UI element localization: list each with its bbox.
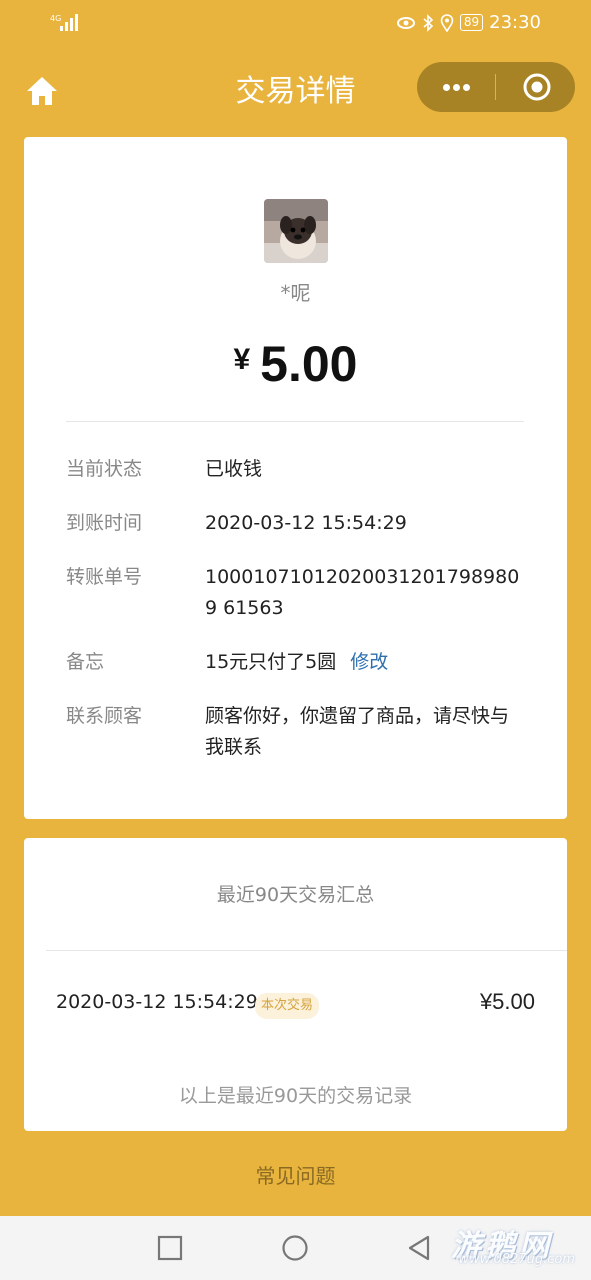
payer-avatar [264, 199, 328, 263]
battery-indicator: 89 [459, 14, 484, 31]
recent-summary-card: 最近90天交易汇总 2020-03-12 15:54:29 本次交易 ¥5.00… [24, 838, 567, 1131]
divider [66, 421, 524, 422]
home-circle-icon[interactable] [281, 1234, 309, 1262]
mini-program-capsule [417, 62, 575, 112]
detail-value: 2020-03-12 15:54:29 [205, 512, 407, 534]
current-transaction-badge: 本次交易 [255, 993, 320, 1019]
more-dot-icon [463, 84, 470, 91]
transaction-amount: ¥5.00 [479, 989, 535, 1014]
payer-nickname: *呢 [280, 281, 311, 305]
amount-value: 5.00 [260, 336, 358, 392]
status-icons: 89 23:30 [396, 12, 541, 33]
nav-bar: 交易详情 [0, 56, 591, 126]
divider [46, 950, 567, 951]
memo-text: 15元只付了5圆 [205, 651, 337, 673]
faq-link[interactable]: 常见问题 [0, 1160, 591, 1189]
detail-label: 转账单号 [66, 566, 143, 588]
detail-value: 15元只付了5圆 修改 [205, 647, 525, 678]
close-mini-program-icon[interactable] [497, 62, 575, 112]
transaction-amount: ¥5.00 [24, 335, 567, 393]
edit-memo-link[interactable]: 修改 [350, 651, 388, 673]
system-nav-bar: 游鹅网 www.0827ug.com [0, 1216, 591, 1280]
transaction-detail-card: *呢 ¥5.00 当前状态 已收钱 到账时间 2020-03-12 15:54:… [24, 137, 567, 819]
more-button[interactable] [417, 62, 496, 112]
back-icon[interactable] [406, 1234, 434, 1262]
detail-value: 已收钱 [205, 458, 263, 480]
detail-value: 顾客你好，你遗留了商品，请尽快与我联系 [205, 705, 510, 758]
recent-apps-icon[interactable] [156, 1234, 184, 1262]
signal-icon: 4G [50, 14, 78, 31]
currency-symbol: ¥ [233, 343, 251, 376]
summary-footnote: 以上是最近90天的交易记录 [178, 1085, 413, 1107]
network-label: 4G [50, 14, 61, 23]
detail-label: 当前状态 [66, 458, 143, 480]
status-bar: 4G 89 23:30 [0, 0, 591, 46]
eye-icon [396, 16, 415, 29]
clock: 23:30 [489, 12, 541, 33]
dog-avatar-icon [264, 199, 328, 263]
transaction-time: 2020-03-12 15:54:29 [56, 991, 258, 1013]
detail-label: 联系顾客 [66, 705, 143, 727]
watermark-url: www.0827ug.com [458, 1252, 575, 1267]
capsule-divider [495, 74, 496, 100]
more-dot-icon [443, 84, 450, 91]
detail-label: 备忘 [66, 651, 105, 673]
bluetooth-icon [423, 13, 434, 32]
summary-title: 最近90天交易汇总 [216, 884, 375, 906]
location-icon [440, 13, 454, 32]
home-icon[interactable] [24, 74, 60, 108]
detail-value: 100010710120200312017989809 61563 [205, 566, 520, 619]
more-dot-icon [453, 84, 460, 91]
detail-label: 到账时间 [66, 512, 143, 534]
